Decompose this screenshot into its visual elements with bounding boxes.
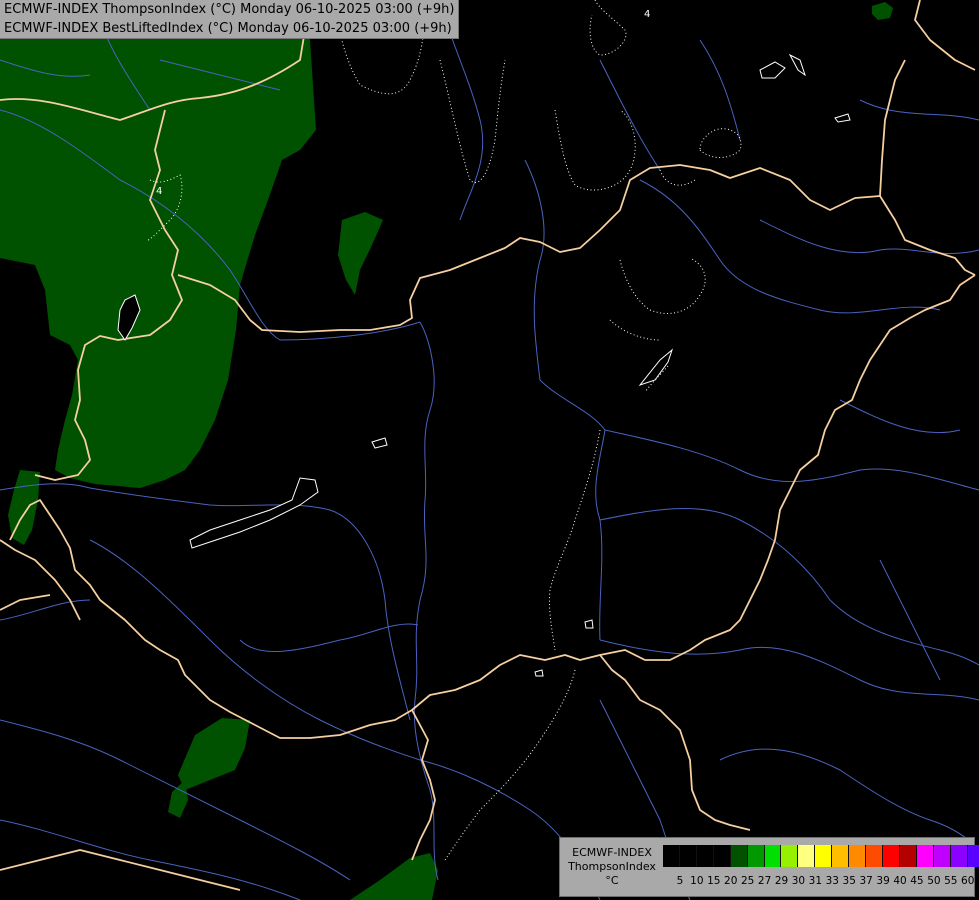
map-title-lifted: ECMWF-INDEX BestLiftedIndex (°C) Monday …: [4, 21, 452, 36]
legend-swatch: [713, 845, 731, 867]
legend-tick-label: 35: [842, 875, 856, 887]
legend-tick-label: 29: [774, 875, 789, 887]
legend-tick-label: 50: [927, 875, 941, 887]
legend-swatch: [882, 845, 900, 867]
legend-swatch: [730, 845, 748, 867]
legend-tick-label: 33: [825, 875, 839, 887]
legend-swatch: [849, 845, 867, 867]
legend-swatch: [933, 845, 951, 867]
legend-tick-label: 20: [724, 875, 738, 887]
legend-swatch: [832, 845, 850, 867]
contour-label: 4: [644, 9, 650, 20]
legend-tick-label: 37: [859, 875, 873, 887]
legend-tick-label: 45: [910, 875, 924, 887]
contour-label: 4: [156, 186, 162, 197]
legend-swatch: [679, 845, 697, 867]
weather-map: 4 4: [0, 0, 979, 900]
legend-tick-label: 25: [740, 875, 755, 887]
legend-tick-label: 15: [707, 875, 721, 887]
legend-swatch: [781, 845, 799, 867]
legend-swatches: [663, 845, 979, 867]
legend-swatch: [866, 845, 883, 867]
legend-swatch: [916, 845, 934, 867]
color-legend: ECMWF-INDEX ThompsonIndex °C 5 10 15 20 25 27…: [559, 837, 979, 897]
legend-unit: °C: [605, 874, 619, 887]
legend-swatch: [815, 845, 833, 867]
legend-tick-label: 40: [893, 875, 907, 887]
legend-tick-label: 31: [808, 875, 823, 887]
legend-swatch: [696, 845, 714, 867]
map-title-box: ECMWF-INDEX ThompsonIndex (°C) Monday 06…: [0, 0, 460, 39]
legend-ticks: 5 10 15 20 25 27 29 30 31 33 35 37 39 40 45 50 55 60: [663, 875, 975, 889]
legend-swatch: [950, 845, 968, 867]
legend-label: ECMWF-INDEX ThompsonIndex °C: [564, 846, 660, 888]
legend-tick-label: 27: [757, 875, 772, 887]
legend-tick-label: 5: [676, 875, 684, 887]
lake-small-6: [584, 619, 594, 629]
legend-swatch: [663, 845, 680, 867]
legend-swatch: [798, 845, 816, 867]
legend-swatch: [899, 845, 917, 867]
legend-model: ECMWF-INDEX: [572, 846, 652, 859]
legend-tick-label: 55: [944, 875, 958, 887]
legend-tick-label: 60: [961, 875, 975, 887]
legend-swatch: [747, 845, 765, 867]
legend-tick-label: 39: [876, 875, 890, 887]
legend-tick-label: 30: [791, 875, 806, 887]
legend-parameter: ThompsonIndex: [568, 860, 656, 873]
map-title-thompson: ECMWF-INDEX ThompsonIndex (°C) Monday 06…: [4, 2, 455, 17]
legend-swatch: [764, 845, 782, 867]
legend-tick-label: 10: [690, 875, 704, 887]
legend-swatch: [967, 845, 979, 867]
